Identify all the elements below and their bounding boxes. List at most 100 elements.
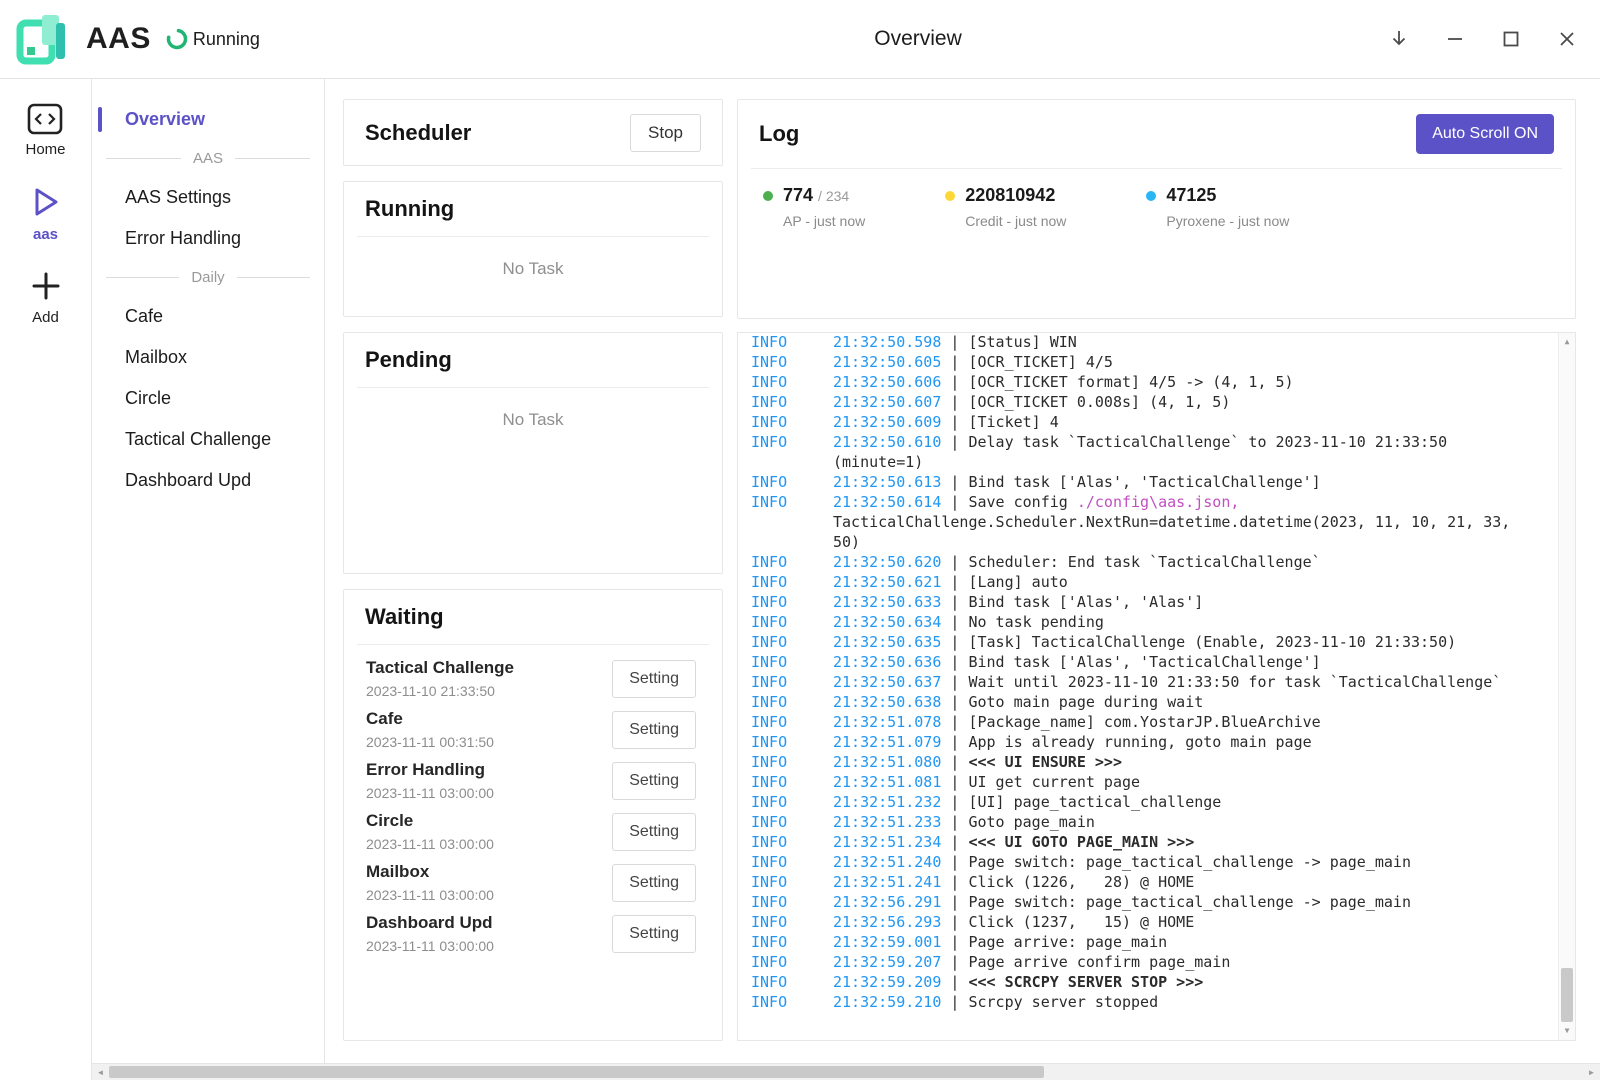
log-text: [UI] page_tactical_challenge [968,793,1221,811]
log-scrollbar[interactable]: ▲ ▼ [1558,333,1575,1040]
log-line: INFO21:32:50.620 | Scheduler: End task `… [751,552,1545,572]
stat-dot-icon [945,191,955,201]
sidebar-item-circle[interactable]: Circle [92,378,324,419]
log-line: INFO21:32:50.598 | [Status] WIN [751,332,1545,352]
horizontal-scrollbar-thumb[interactable] [109,1066,1044,1078]
rail-item-aas[interactable]: aas [30,184,62,243]
log-separator: | [941,613,968,631]
divider-label: Daily [179,269,236,286]
log-timestamp: 21:32:51.240 [833,853,941,871]
autoscroll-button[interactable]: Auto Scroll ON [1416,114,1554,154]
sidebar-divider-daily: Daily [106,269,310,286]
rail-item-add[interactable]: Add [29,269,63,326]
log-separator: | [941,973,968,991]
log-timestamp: 21:32:50.633 [833,593,941,611]
log-text: No task pending [968,613,1103,631]
log-text: [OCR_TICKET 0.008s] (4, 1, 5) [968,393,1230,411]
stat-value: 220810942 [965,185,1055,206]
horizontal-scrollbar[interactable]: ◄ ► [92,1063,1600,1080]
setting-button-cafe[interactable]: Setting [612,711,696,749]
log-timestamp: 21:32:50.614 [833,493,941,511]
log-level: INFO [751,852,833,872]
sidebar-item-tactical-challenge[interactable]: Tactical Challenge [92,419,324,460]
task-info: Mailbox2023-11-11 03:00:00 [366,862,494,903]
log-separator: | [941,853,968,871]
content-right: Overview AAS AAS SettingsError Handling Dai… [92,79,1600,1080]
log-timestamp: 21:32:50.610 [833,433,941,451]
log-line: INFO21:32:51.081 | UI get current page [751,772,1545,792]
sidebar-item-dashboard-upd[interactable]: Dashboard Upd [92,460,324,501]
stat-label: Credit - just now [965,213,1066,229]
log-separator: | [941,653,968,671]
maximize-button[interactable] [1496,24,1526,54]
log-line: INFO21:32:50.621 | [Lang] auto [751,572,1545,592]
minimize-button[interactable] [1440,24,1470,54]
sidebar-item-mailbox[interactable]: Mailbox [92,337,324,378]
waiting-task-row-circle: Circle2023-11-11 03:00:00Setting [344,806,722,857]
download-button[interactable] [1384,24,1414,54]
rail-item-label: Add [32,309,59,326]
log-timestamp: 21:32:51.232 [833,793,941,811]
log-message: 21:32:56.293 | Click (1237, 15) @ HOME [833,912,1545,932]
scroll-down-arrow-icon[interactable]: ▼ [1559,1023,1575,1039]
log-level: INFO [751,892,833,912]
log-scrollbar-thumb[interactable] [1561,968,1573,1022]
log-message: 21:32:51.240 | Page switch: page_tactica… [833,852,1545,872]
task-name: Mailbox [366,862,494,882]
setting-button-mailbox[interactable]: Setting [612,864,696,902]
divider-label: AAS [181,150,235,167]
task-next-run-time: 2023-11-10 21:33:50 [366,683,514,699]
nav-rail: Home aas Add [0,79,92,1080]
sidebar-item-aas-settings[interactable]: AAS Settings [92,177,324,218]
stat-suffix: / 234 [818,188,849,204]
stat-value-row: 774/ 234 [783,185,865,206]
log-separator: | [941,813,968,831]
log-separator: | [941,993,968,1011]
log-separator: | [941,553,968,571]
log-level: INFO [751,612,833,632]
log-timestamp: 21:32:50.606 [833,373,941,391]
log-timestamp: 21:32:50.605 [833,353,941,371]
log-level: INFO [751,792,833,812]
rail-item-label: Home [25,141,65,158]
close-button[interactable] [1552,24,1582,54]
log-text: [OCR_TICKET] 4/5 [968,353,1113,371]
scroll-left-arrow-icon[interactable]: ◄ [92,1064,109,1080]
log-output[interactable]: INFO21:32:50.598 | [Status] WININFO21:32… [737,332,1576,1041]
log-text: [OCR_TICKET format] 4/5 -> (4, 1, 5) [968,373,1293,391]
page-title: Overview [874,27,962,51]
log-timestamp: 21:32:50.613 [833,473,941,491]
rail-item-home[interactable]: Home [25,103,65,158]
sidebar-item-error-handling[interactable]: Error Handling [92,218,324,259]
divider-line [237,277,310,278]
stat-dot-icon [763,191,773,201]
log-text: Save config [968,493,1076,511]
log-level: INFO [751,992,833,1012]
task-next-run-time: 2023-11-11 03:00:00 [366,938,494,954]
content-row: Overview AAS AAS SettingsError Handling Dai… [92,79,1600,1063]
log-card: Log Auto Scroll ON 774/ 234AP - just now… [737,99,1576,319]
log-line: INFO21:32:51.234 | <<< UI GOTO PAGE_MAIN… [751,832,1545,852]
log-level: INFO [751,432,833,472]
log-level: INFO [751,752,833,772]
setting-button-dashboard-upd[interactable]: Setting [612,915,696,953]
log-message: 21:32:56.291 | Page switch: page_tactica… [833,892,1545,912]
task-next-run-time: 2023-11-11 03:00:00 [366,836,494,852]
sidebar-item-cafe[interactable]: Cafe [92,296,324,337]
log-message: 21:32:51.233 | Goto page_main [833,812,1545,832]
stop-button[interactable]: Stop [630,114,701,152]
log-line: INFO21:32:51.078 | [Package_name] com.Yo… [751,712,1545,732]
sidebar-item-overview[interactable]: Overview [92,99,324,140]
setting-button-error-handling[interactable]: Setting [612,762,696,800]
log-message: 21:32:50.614 | Save config ./config\aas.… [833,492,1545,552]
log-text: Bind task ['Alas', 'Alas'] [968,593,1203,611]
log-level: INFO [751,772,833,792]
log-message: 21:32:50.606 | [OCR_TICKET format] 4/5 -… [833,372,1545,392]
task-next-run-time: 2023-11-11 03:00:00 [366,785,494,801]
scroll-right-arrow-icon[interactable]: ► [1583,1064,1600,1080]
setting-button-tactical-challenge[interactable]: Setting [612,660,696,698]
titlebar-left: AAS Running [12,9,260,69]
scroll-up-arrow-icon[interactable]: ▲ [1559,334,1575,350]
setting-button-circle[interactable]: Setting [612,813,696,851]
dashboard-stat: 774/ 234AP - just now [763,185,865,229]
